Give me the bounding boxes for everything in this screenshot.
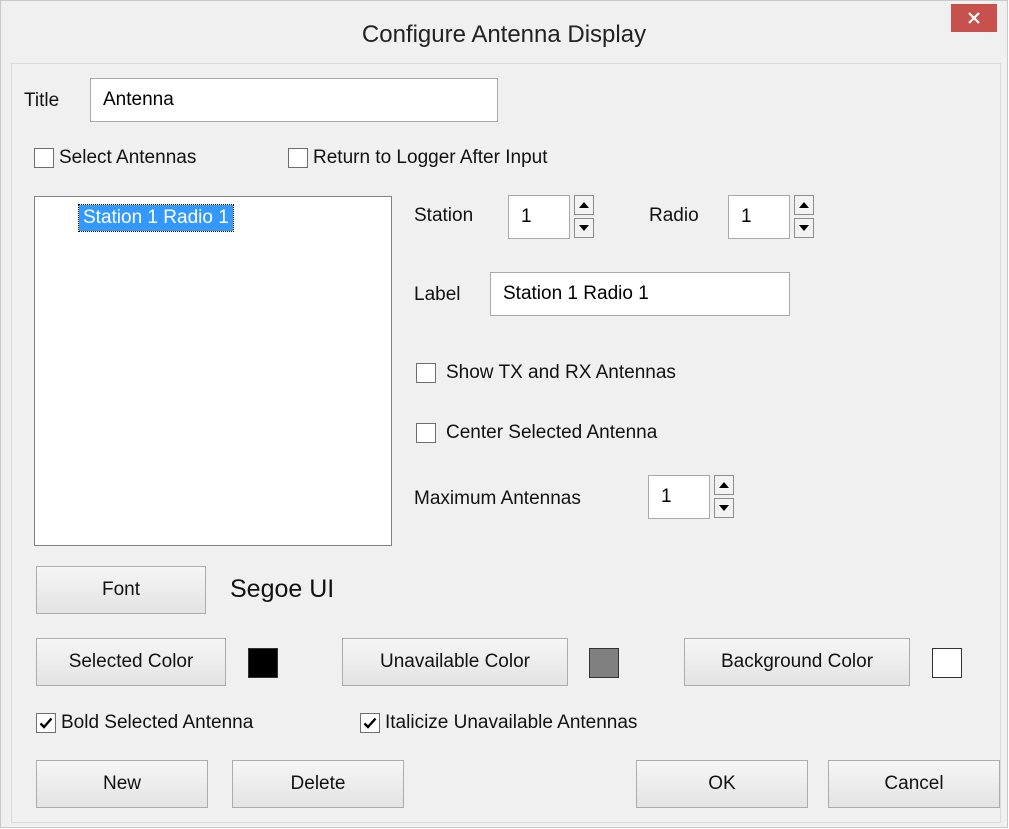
- show-tx-rx-checkbox[interactable]: [416, 363, 436, 383]
- italicize-unavailable-label: Italicize Unavailable Antennas: [385, 712, 638, 733]
- font-button[interactable]: Font: [36, 566, 206, 614]
- select-antennas-label: Select Antennas: [59, 147, 197, 168]
- italicize-unavailable-checkbox[interactable]: [360, 713, 380, 733]
- select-antennas-checkbox[interactable]: [34, 148, 54, 168]
- ok-button[interactable]: OK: [636, 760, 808, 808]
- list-item[interactable]: Station 1 Radio 1: [78, 204, 234, 232]
- current-font-name: Segoe UI: [230, 575, 335, 603]
- arrow-up-icon: [579, 202, 589, 208]
- window-title: Configure Antenna Display: [361, 21, 647, 48]
- label-label: Label: [414, 284, 461, 305]
- background-color-swatch: [932, 648, 962, 678]
- station-down-button[interactable]: [574, 218, 594, 238]
- title-input[interactable]: Antenna: [90, 78, 498, 122]
- cancel-button[interactable]: Cancel: [828, 760, 1000, 808]
- background-color-button[interactable]: Background Color: [684, 638, 910, 686]
- station-input[interactable]: 1: [508, 195, 570, 239]
- show-tx-rx-label: Show TX and RX Antennas: [446, 362, 676, 383]
- radio-spinbox: 1: [728, 195, 814, 241]
- radio-label: Radio: [649, 205, 699, 226]
- label-input[interactable]: Station 1 Radio 1: [490, 272, 790, 316]
- selected-color-button[interactable]: Selected Color: [36, 638, 226, 686]
- return-to-logger-label: Return to Logger After Input: [313, 147, 548, 168]
- max-antennas-down-button[interactable]: [714, 498, 734, 518]
- bold-selected-checkbox[interactable]: [36, 713, 56, 733]
- station-up-button[interactable]: [574, 195, 594, 215]
- selected-color-swatch: [248, 648, 278, 678]
- max-antennas-up-button[interactable]: [714, 475, 734, 495]
- center-selected-label: Center Selected Antenna: [446, 422, 658, 443]
- antenna-list[interactable]: Station 1 Radio 1: [34, 196, 392, 546]
- close-icon: [968, 12, 980, 24]
- unavailable-color-button[interactable]: Unavailable Color: [342, 638, 568, 686]
- arrow-down-icon: [579, 225, 589, 231]
- bold-selected-label: Bold Selected Antenna: [61, 712, 254, 733]
- delete-button[interactable]: Delete: [232, 760, 404, 808]
- radio-up-button[interactable]: [794, 195, 814, 215]
- check-icon: [39, 717, 53, 729]
- center-selected-checkbox[interactable]: [416, 423, 436, 443]
- title-bar[interactable]: Configure Antenna Display: [1, 1, 1007, 63]
- arrow-down-icon: [719, 505, 729, 511]
- arrow-down-icon: [799, 225, 809, 231]
- title-label: Title: [24, 90, 60, 111]
- max-antennas-spinbox: 1: [648, 475, 734, 521]
- arrow-up-icon: [719, 482, 729, 488]
- arrow-up-icon: [799, 202, 809, 208]
- radio-input[interactable]: 1: [728, 195, 790, 239]
- station-spinbox: 1: [508, 195, 594, 241]
- max-antennas-label: Maximum Antennas: [414, 488, 581, 509]
- station-label: Station: [414, 205, 474, 226]
- new-button[interactable]: New: [36, 760, 208, 808]
- return-to-logger-checkbox[interactable]: [288, 148, 308, 168]
- unavailable-color-swatch: [589, 648, 619, 678]
- close-button[interactable]: [951, 4, 997, 32]
- radio-down-button[interactable]: [794, 218, 814, 238]
- max-antennas-input[interactable]: 1: [648, 475, 710, 519]
- check-icon: [363, 717, 377, 729]
- dialog-window: Configure Antenna Display Title Antenna …: [0, 0, 1008, 828]
- dialog-content: Title Antenna Select Antennas Return to …: [11, 63, 1001, 823]
